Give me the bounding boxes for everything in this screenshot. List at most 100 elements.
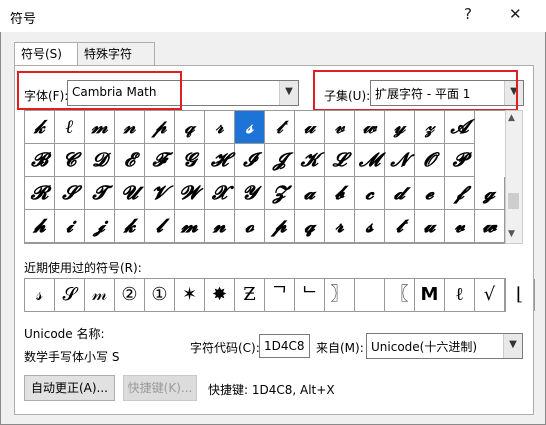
close-icon[interactable]: ✕	[509, 5, 522, 23]
symbol-cell[interactable]: 𝓦	[175, 177, 205, 210]
from-label: 来自(M):	[316, 341, 364, 355]
recent-symbol-cell[interactable]: ℓ	[445, 279, 475, 311]
symbol-cell[interactable]: 𝓏	[415, 111, 445, 144]
recent-symbol-cell[interactable]: 〗	[325, 279, 355, 311]
symbol-cell[interactable]: 𝓷	[205, 210, 235, 243]
symbol-cell[interactable]: 𝓴	[115, 210, 145, 243]
symbol-cell[interactable]: 𝓣	[85, 177, 115, 210]
symbol-cell[interactable]: 𝓲	[55, 210, 85, 243]
symbol-cell[interactable]: 𝓻	[325, 210, 355, 243]
symbol-cell[interactable]: 𝓧	[205, 177, 235, 210]
recent-symbol-cell[interactable]: ᄀ	[265, 279, 295, 311]
symbol-cell[interactable]: 𝓘	[235, 144, 265, 177]
symbol-cell[interactable]: 𝓌	[355, 111, 385, 144]
symbol-cell[interactable]: 𝓿	[445, 210, 475, 243]
help-icon[interactable]: ?	[464, 5, 472, 23]
symbol-cell[interactable]: 𝓔	[115, 144, 145, 177]
recent-symbol-cell[interactable]: Ƶ	[235, 279, 265, 311]
symbol-cell[interactable]: 𝓩	[265, 177, 295, 210]
symbol-cell[interactable]: 𝓞	[415, 144, 445, 177]
symbol-cell[interactable]: 𝓢	[55, 177, 85, 210]
symbol-cell[interactable]: 𝓐	[445, 111, 475, 144]
symbol-cell[interactable]: 𝓜	[355, 144, 385, 177]
recent-symbol-cell[interactable]: 〖	[385, 279, 415, 311]
symbol-cell[interactable]: 𝓭	[385, 177, 415, 210]
symbol-cell[interactable]: 𝓺	[295, 210, 325, 243]
symbol-cell[interactable]: 𝓒	[55, 144, 85, 177]
symbol-cell[interactable]: 𝓋	[325, 111, 355, 144]
symbol-cell[interactable]: 𝓪	[295, 177, 325, 210]
symbol-cell[interactable]: 𝓖	[175, 144, 205, 177]
symbol-cell[interactable]: 𝓶	[175, 210, 205, 243]
window-title: 符号	[10, 12, 37, 27]
symbol-cell[interactable]: 𝓕	[145, 144, 175, 177]
symbol-cell[interactable]: 𝓀	[25, 111, 55, 144]
symbol-cell[interactable]: 𝓤	[115, 177, 145, 210]
symbol-dialog: 符号 ? ✕ 符号(S) 特殊字符(P) 字体(F): Cambria Math…	[0, 0, 546, 425]
symbol-cell[interactable]: 𝓰	[475, 177, 505, 210]
symbol-cell[interactable]: 𝓱	[25, 210, 55, 243]
symbol-cell[interactable]: 𝓨	[235, 177, 265, 210]
symbol-cell[interactable]: 𝓫	[325, 177, 355, 210]
title-bar: 符号 ? ✕	[0, 0, 546, 32]
symbol-cell[interactable]: 𝓡	[25, 177, 55, 210]
scroll-down-icon[interactable]: ▼	[508, 229, 515, 239]
recent-symbol-cell[interactable]: ᄂ	[295, 279, 325, 311]
symbol-cell[interactable]: 𝓝	[385, 144, 415, 177]
recent-symbols[interactable]: 𝓈 𝓢𝓂 ② ① ✶ ✸ Ƶ ᄀ ᄂ 〗〖 𝗠ℓ √ ⌊	[24, 278, 535, 312]
symbol-cell[interactable]: 𝓓	[85, 144, 115, 177]
chevron-down-icon[interactable]: ▼	[279, 81, 298, 105]
chevron-down-icon[interactable]: ▼	[503, 334, 522, 358]
symbol-cell[interactable]: 𝓃	[115, 111, 145, 144]
recent-symbol-cell[interactable]: 𝓂	[85, 279, 115, 311]
tab-special-characters[interactable]: 特殊字符(P)	[77, 42, 155, 83]
symbol-cell[interactable]: 𝓛	[325, 144, 355, 177]
symbol-cell[interactable]: 𝓽	[385, 210, 415, 243]
from-combo[interactable]: Unicode(十六进制) ▼	[366, 333, 523, 359]
recent-symbol-cell[interactable]: ✸	[205, 279, 235, 311]
recent-symbol-cell[interactable]: ✶	[175, 279, 205, 311]
autocorrect-button[interactable]: 自动更正(A)...	[24, 375, 115, 401]
symbol-cell[interactable]: 𝓯	[445, 177, 475, 210]
shortcut-key-button[interactable]: 快捷键(K)...	[123, 375, 197, 401]
symbol-cell[interactable]: 𝓾	[415, 210, 445, 243]
symbol-cell[interactable]: 𝓹	[265, 210, 295, 243]
charcode-input[interactable]: 1D4C8	[259, 334, 310, 358]
symbol-cell[interactable]: 𝓼	[355, 210, 385, 243]
recent-symbol-cell[interactable]: 𝓢	[55, 279, 85, 311]
symbol-cell[interactable]: ℓ	[55, 111, 85, 144]
symbol-cell[interactable]: 𝓎	[385, 111, 415, 144]
symbol-cell[interactable]: 𝓳	[85, 210, 115, 243]
symbol-grid[interactable]: 𝓀ℓ𝓂𝓃𝓅𝓆𝓇𝓈𝓉𝓊𝓋𝓌𝓎𝓏𝓐 𝓑𝓒𝓓𝓔𝓕𝓖𝓗𝓘𝓙𝓚𝓛𝓜𝓝𝓞𝓟 𝓡𝓢𝓣𝓤𝓥𝓦𝓧𝓨𝓩𝓪…	[24, 110, 506, 244]
recent-symbol-cell[interactable]: ②	[115, 279, 145, 311]
scroll-thumb[interactable]	[508, 193, 519, 209]
symbol-cell[interactable]: 𝓈	[235, 111, 265, 144]
symbol-cell[interactable]: 𝓅	[145, 111, 175, 144]
font-highlight-box	[17, 71, 182, 110]
symbol-cell[interactable]: 𝔀	[475, 210, 505, 243]
symbol-cell[interactable]: 𝓑	[25, 144, 55, 177]
grid-scrollbar[interactable]: ▲ ▼	[505, 110, 523, 244]
symbol-cell[interactable]: 𝓥	[145, 177, 175, 210]
recent-symbol-cell[interactable]: √	[475, 279, 505, 311]
symbol-cell[interactable]: 𝓙	[265, 144, 295, 177]
recent-symbol-cell[interactable]	[355, 279, 385, 311]
symbol-cell[interactable]: 𝓚	[295, 144, 325, 177]
symbol-cell[interactable]: 𝓮	[415, 177, 445, 210]
recent-symbol-cell[interactable]: 𝓈	[25, 279, 55, 311]
symbol-cell[interactable]: 𝓬	[355, 177, 385, 210]
symbol-cell[interactable]: 𝓉	[265, 111, 295, 144]
symbol-cell[interactable]: 𝓆	[175, 111, 205, 144]
recent-symbol-cell[interactable]: ⌊	[505, 279, 535, 311]
recent-symbol-cell[interactable]: ①	[145, 279, 175, 311]
recent-label: 近期使用过的符号(R):	[24, 261, 142, 275]
scroll-up-icon[interactable]: ▲	[508, 113, 515, 123]
symbol-cell[interactable]: 𝓇	[205, 111, 235, 144]
symbol-cell[interactable]: 𝓂	[85, 111, 115, 144]
recent-symbol-cell[interactable]: 𝗠	[415, 279, 445, 311]
symbol-cell[interactable]: 𝓵	[145, 210, 175, 243]
symbol-cell[interactable]: 𝓟	[445, 144, 475, 177]
symbol-cell[interactable]: 𝓸	[235, 210, 265, 243]
symbol-cell[interactable]: 𝓊	[295, 111, 325, 144]
symbol-cell[interactable]: 𝓗	[205, 144, 235, 177]
